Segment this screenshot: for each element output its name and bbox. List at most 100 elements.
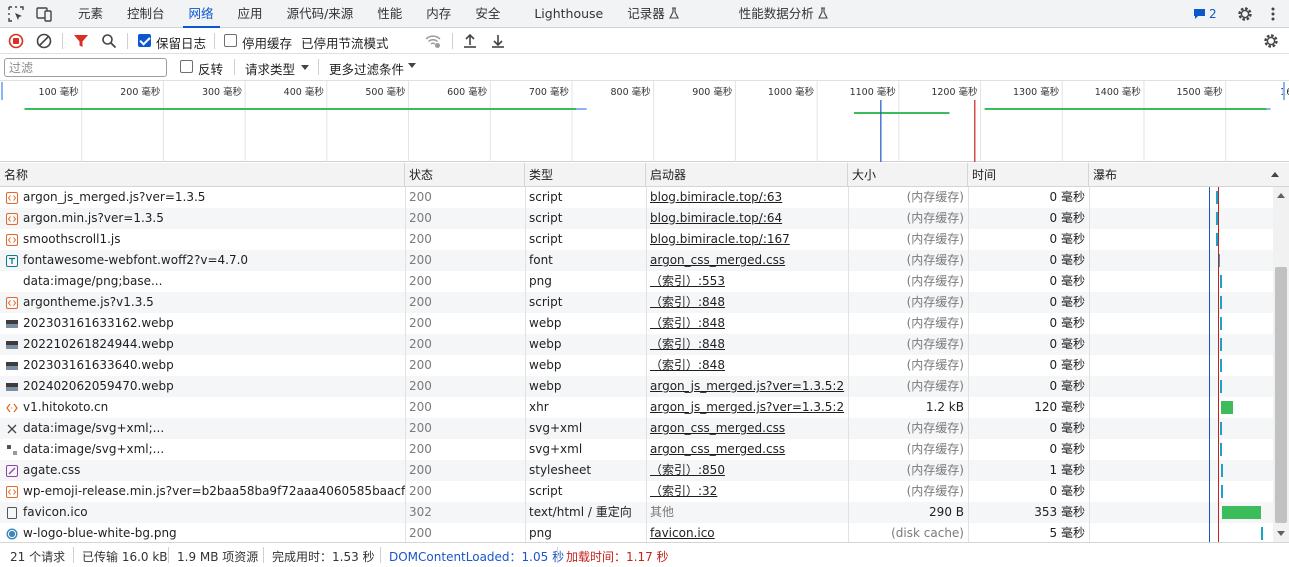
column-header-size[interactable]: 大小 [848,163,968,187]
waterfall-cell [1089,523,1273,542]
request-size: (disk cache) [891,526,964,540]
invert-checkbox[interactable] [180,60,193,73]
table-row[interactable]: data:image/svg+xml;... 200 svg+xml argon_cs… [0,418,1273,439]
table-row[interactable]: argon_js_merged.js?ver=1.3.5 200 script blo… [0,187,1273,208]
request-status: 200 [409,358,432,372]
settings-gear-icon[interactable] [1236,5,1254,23]
request-initiator[interactable]: （索引）:848 [646,355,848,376]
network-settings-gear-icon[interactable] [1262,32,1280,50]
tab-label: Lighthouse [534,6,604,21]
request-initiator[interactable]: （索引）:553 [646,271,848,292]
scroll-down-icon[interactable] [1277,531,1285,536]
request-name: smoothscroll1.js [23,232,121,246]
column-divider [848,187,849,542]
table-row[interactable]: 202303161633162.webp 200 webp （索引）:848 (内存缓存… [0,313,1273,334]
search-icon[interactable] [100,32,118,50]
request-name: 202303161633640.webp [23,358,174,372]
column-header-waterfall[interactable]: 瀑布 [1089,163,1289,187]
table-row[interactable]: data:image/png;base... 200 png （索引）:553 (内存缓… [0,271,1273,292]
request-initiator[interactable]: （索引）:848 [646,292,848,313]
tab-2[interactable]: 网络 [177,0,226,28]
request-status: 200 [409,526,432,540]
tab-label: 安全 [475,6,501,21]
import-har-upload-icon[interactable] [461,32,479,50]
waterfall-bar [1219,296,1222,309]
column-header-type[interactable]: 类型 [525,163,646,187]
table-row[interactable]: fontawesome-webfont.woff2?v=4.7.0 200 font… [0,250,1273,271]
stop-recording-icon[interactable] [7,32,25,50]
request-initiator[interactable]: favicon.ico [646,523,848,542]
throttling-select[interactable]: 已停用节流模式 [301,33,389,52]
request-initiator[interactable]: （索引）:848 [646,334,848,355]
network-conditions-wifi-icon[interactable] [424,32,442,50]
issues-counter[interactable]: 2 [1193,6,1217,22]
device-toolbar-icon[interactable] [35,5,53,23]
column-header-time[interactable]: 时间 [968,163,1089,187]
export-har-download-icon[interactable] [489,32,507,50]
column-header-initiator[interactable]: 启动器 [646,163,848,187]
request-size: 290 B [929,505,964,519]
tab-1[interactable]: 控制台 [115,0,177,28]
table-row[interactable]: data:image/svg+xml;... 200 svg+xml argon_cs… [0,439,1273,460]
scrollbar-thumb[interactable] [1275,267,1287,523]
request-time: 0 毫秒 [1049,274,1085,288]
column-header-name[interactable]: 名称 [0,163,405,187]
devtools-tab-bar: 元素 控制台 网络 应用 源代码/来源 性能 内存 安全 Lighthouse 记录器 性能数据分析… [0,0,1289,28]
table-row[interactable]: w-logo-blue-white-bg.png 200 png favicon.ic… [0,523,1273,542]
request-initiator[interactable]: （索引）:848 [646,313,848,334]
request-initiator[interactable]: argon_css_merged.css [646,439,848,460]
request-initiator[interactable]: blog.bimiracle.top/:63 [646,187,848,208]
panel-tabs: 元素 控制台 网络 应用 源代码/来源 性能 内存 安全 Lighthouse 记录器 性能数据分析 [66,0,840,28]
tab-3[interactable]: 应用 [226,0,275,28]
tab-10[interactable]: 性能数据分析 [727,0,840,28]
more-options-icon[interactable] [1264,5,1282,23]
request-initiator[interactable]: （索引）:850 [646,460,848,481]
tab-4[interactable]: 源代码/来源 [275,0,366,28]
request-initiator[interactable]: argon_js_merged.js?ver=1.3.5:2 [646,376,848,397]
network-overview-timeline[interactable]: 100 毫秒 200 毫秒 300 毫秒 400 毫秒 500 毫秒 600 毫秒 700 … [0,81,1289,162]
tab-8[interactable]: Lighthouse [522,0,615,28]
preserve-log-checkbox[interactable] [138,34,151,47]
tab-9[interactable]: 记录器 [615,0,691,28]
tab-0[interactable]: 元素 [66,0,115,28]
transferred-size: 已传输 16.0 kB [82,550,168,564]
scroll-up-icon[interactable] [1277,193,1285,198]
request-initiator[interactable]: blog.bimiracle.top/:64 [646,208,848,229]
request-initiator[interactable]: blog.bimiracle.top/:167 [646,229,848,250]
table-row[interactable]: 202303161633640.webp 200 webp （索引）:848 (内存缓存… [0,355,1273,376]
tab-7[interactable]: 安全 [463,0,512,28]
tab-6[interactable]: 内存 [414,0,463,28]
table-row[interactable]: 202402062059470.webp 200 webp argon_js_merg… [0,376,1273,397]
table-row[interactable]: agate.css 200 stylesheet （索引）:850 (内存缓存) 1 毫秒 [0,460,1273,481]
chevron-down-icon[interactable] [301,65,309,70]
request-time: 0 毫秒 [1049,379,1085,393]
chevron-down-icon[interactable] [408,63,416,68]
request-initiator[interactable]: （索引）:32 [646,481,848,502]
vertical-scrollbar[interactable] [1273,187,1289,542]
table-row[interactable]: argon.min.js?ver=1.3.5 200 script blog.bimi… [0,208,1273,229]
tab-5[interactable]: 性能 [365,0,414,28]
table-row[interactable]: smoothscroll1.js 200 script blog.bimiracle.… [0,229,1273,250]
overview-tick-label: 100 毫秒 [39,86,80,98]
more-filters-dropdown[interactable]: 更多过滤条件 [329,59,404,78]
clear-log-icon[interactable] [35,32,53,50]
table-row[interactable]: 202210261824944.webp 200 webp （索引）:848 (内存缓存… [0,334,1273,355]
inspect-element-icon[interactable] [7,5,25,23]
request-type-dropdown[interactable]: 请求类型 [245,59,295,78]
request-initiator[interactable]: argon_js_merged.js?ver=1.3.5:2 [646,397,848,418]
waterfall-cell [1089,292,1273,313]
request-initiator[interactable]: 其他 [646,502,848,523]
table-row[interactable]: wp-emoji-release.min.js?ver=b2baa58ba9f7… [0,481,1273,502]
table-row[interactable]: favicon.ico 302 text/html / 重定向 其他 290 B 353 … [0,502,1273,523]
experiment-flask-icon [817,7,828,19]
filter-input[interactable] [4,58,167,77]
column-header-status[interactable]: 状态 [405,163,525,187]
request-initiator[interactable]: argon_css_merged.css [646,418,848,439]
request-time: 0 毫秒 [1049,190,1085,204]
overview-tick-label: 600 毫秒 [447,86,488,98]
disable-cache-checkbox[interactable] [224,34,237,47]
request-initiator[interactable]: argon_css_merged.css [646,250,848,271]
filter-funnel-icon[interactable] [72,32,90,50]
table-row[interactable]: v1.hitokoto.cn 200 xhr argon_js_merged.js?v… [0,397,1273,418]
table-row[interactable]: argontheme.js?v1.3.5 200 script （索引）:848 (内存… [0,292,1273,313]
